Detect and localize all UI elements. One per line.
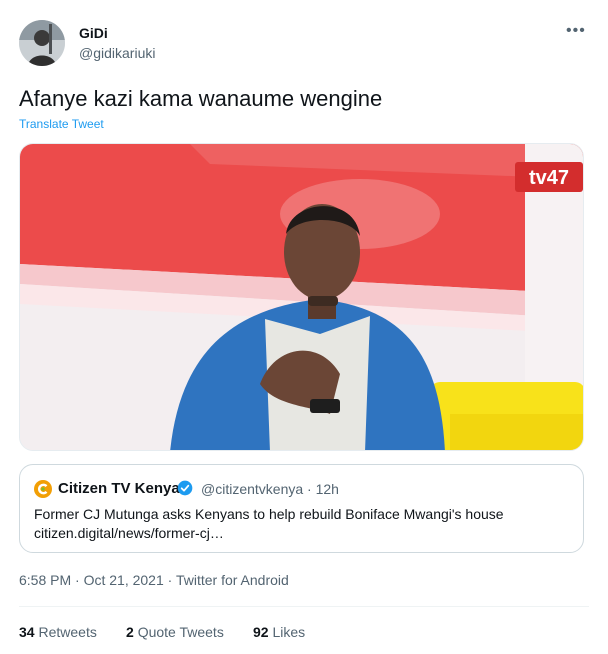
likes-label: Likes [272, 624, 306, 640]
meta-separator: · [167, 572, 173, 588]
quoted-text: Former CJ Mutunga asks Kenyans to help r… [34, 506, 504, 522]
quoted-tweet[interactable]: Citizen TV Kenya @citizentvkenya · 12h F… [19, 464, 584, 553]
tv47-logo: tv47 [529, 167, 569, 189]
more-icon[interactable]: ••• [566, 22, 586, 40]
retweets-label: Retweets [38, 624, 97, 640]
tweet-time[interactable]: 6:58 PM [19, 572, 71, 588]
quote-tweets-label: Quote Tweets [137, 624, 224, 640]
quote-tweets-count: 2 [126, 624, 134, 640]
quote-tweets-stat[interactable]: 2 Quote Tweets [126, 624, 224, 640]
retweets-count: 34 [19, 624, 35, 640]
quoted-separator: · [307, 481, 312, 497]
tweet-metadata: 6:58 PM · Oct 21, 2021 · Twitter for And… [19, 572, 289, 588]
tweet-source[interactable]: Twitter for Android [176, 572, 289, 588]
quoted-time[interactable]: 12h [316, 481, 339, 497]
tweet-media-image[interactable]: tv47 [19, 143, 584, 451]
avatar[interactable] [19, 20, 65, 66]
avatar-image [19, 20, 65, 66]
quoted-text-block: Former CJ Mutunga asks Kenyans to help r… [34, 505, 574, 543]
author-name[interactable]: GiDi [79, 25, 108, 41]
translate-tweet-link[interactable]: Translate Tweet [19, 117, 104, 131]
retweets-stat[interactable]: 34 Retweets [19, 624, 97, 640]
quoted-link[interactable]: citizen.digital/news/former-cj… [34, 524, 574, 543]
quoted-handle[interactable]: @citizentvkenya [201, 481, 303, 497]
citizen-tv-logo-icon [34, 480, 52, 498]
meta-separator: · [75, 572, 80, 588]
verified-badge-icon [177, 480, 193, 496]
media-photo: tv47 [20, 144, 583, 450]
divider [19, 606, 589, 607]
author-handle[interactable]: @gidikariuki [79, 45, 155, 61]
quoted-author-name[interactable]: Citizen TV Kenya [58, 480, 180, 497]
tweet-container: GiDi @gidikariuki ••• Afanye kazi kama w… [0, 0, 608, 654]
tweet-text: Afanye kazi kama wanaume wengine [19, 86, 383, 111]
likes-count: 92 [253, 624, 269, 640]
likes-stat[interactable]: 92 Likes [253, 624, 305, 640]
quoted-meta: @citizentvkenya · 12h [201, 481, 339, 497]
tweet-date[interactable]: Oct 21, 2021 [84, 572, 164, 588]
